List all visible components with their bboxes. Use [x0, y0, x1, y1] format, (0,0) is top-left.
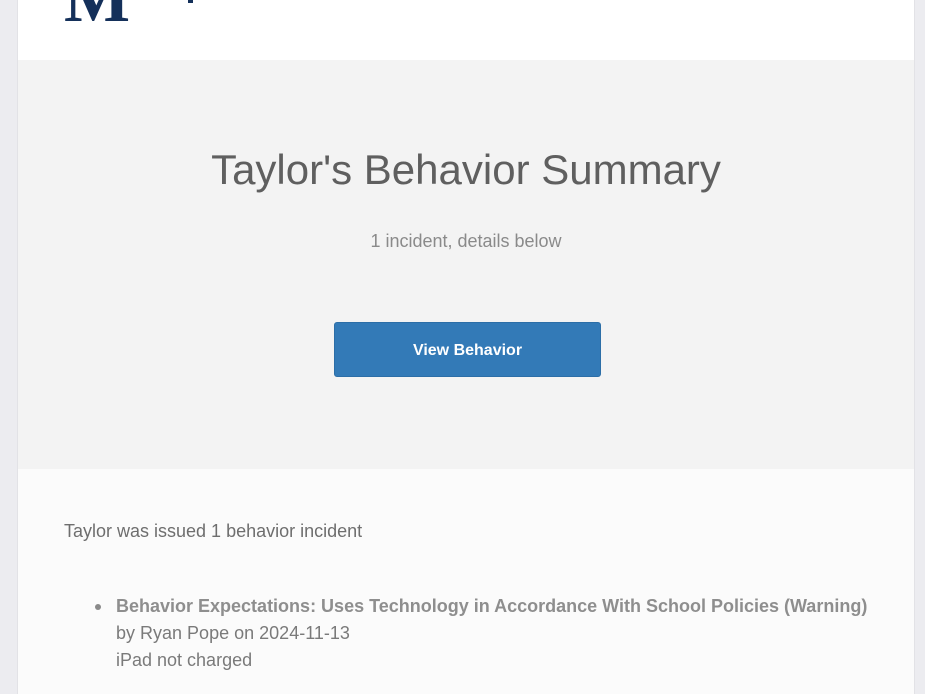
incident-list: Behavior Expectations: Uses Technology i… — [95, 593, 876, 674]
incident-count-subtitle: 1 incident, details below — [370, 231, 562, 251]
logo-mark — [188, 0, 193, 3]
incident-details: Taylor was issued 1 behavior incident Be… — [18, 469, 914, 694]
by-label: by — [116, 623, 136, 643]
summary-hero: Taylor's Behavior Summary 1 incident, de… — [18, 60, 914, 469]
view-behavior-button[interactable]: View Behavior — [334, 322, 601, 377]
email-body: M Taylor's Behavior Summary 1 incident, … — [17, 0, 915, 694]
incident-title: Behavior Expectations: Uses Technology i… — [116, 596, 868, 616]
bullet-icon — [95, 604, 101, 610]
incident-note: iPad not charged — [116, 650, 253, 670]
page-title: Taylor's Behavior Summary — [211, 146, 721, 193]
incident-intro-text: Taylor was issued 1 behavior incident — [64, 521, 363, 541]
email-header: M — [18, 0, 914, 60]
incident-date: 2024-11-13 — [259, 623, 350, 643]
on-label: on — [234, 623, 255, 643]
school-logo: M — [64, 0, 130, 34]
list-item: Behavior Expectations: Uses Technology i… — [95, 593, 876, 674]
staff-name: Ryan Pope — [140, 623, 230, 643]
